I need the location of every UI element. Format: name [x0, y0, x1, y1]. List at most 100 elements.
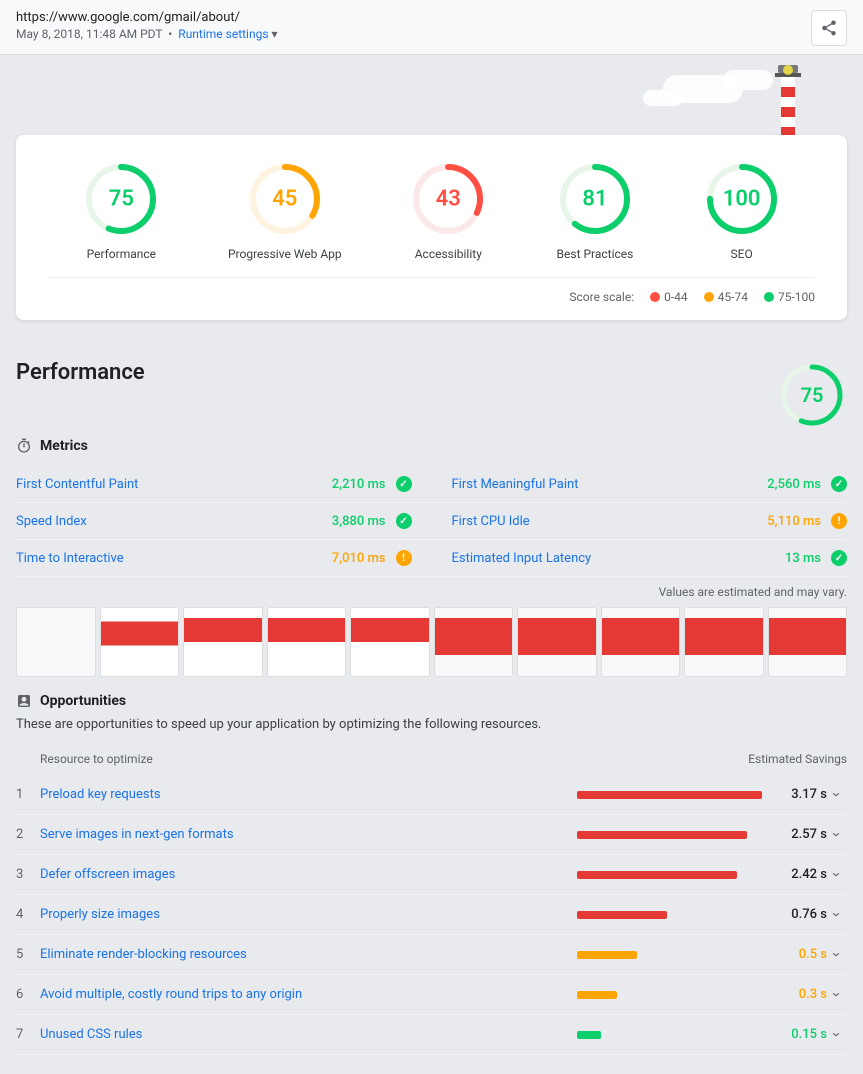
film-frame-9	[684, 607, 764, 677]
opp-bar	[577, 831, 747, 839]
opp-name: Avoid multiple, costly round trips to an…	[40, 987, 577, 1002]
opportunities-icon	[16, 693, 32, 709]
perf-score-value: 75	[801, 383, 824, 407]
opp-bar-area	[577, 951, 777, 959]
opp-bar	[577, 951, 637, 959]
opp-bar	[577, 911, 667, 919]
film-frame-6	[434, 607, 514, 677]
opp-index: 5	[16, 947, 40, 962]
cloud-3	[643, 90, 683, 106]
opportunity-row[interactable]: 2 Serve images in next-gen formats 2.57 …	[16, 815, 847, 855]
score-label-performance: Performance	[87, 247, 156, 261]
film-frame-4	[267, 607, 347, 677]
values-note: Values are estimated and may vary.	[16, 585, 847, 599]
score-item-seo[interactable]: 100 SEO	[702, 159, 782, 261]
opp-value: 0.15 s	[777, 1027, 827, 1042]
share-icon	[820, 19, 838, 37]
opp-index: 1	[16, 787, 40, 802]
score-item-performance[interactable]: 75 Performance	[81, 159, 161, 261]
opp-bar-area	[577, 911, 777, 919]
film-frame-8	[601, 607, 681, 677]
opp-name: Preload key requests	[40, 787, 577, 802]
opp-bar-area	[577, 831, 777, 839]
opportunity-row[interactable]: 6 Avoid multiple, costly round trips to …	[16, 975, 847, 1015]
url-link[interactable]: https://www.google.com/gmail/about/	[16, 10, 240, 25]
metrics-label: Metrics	[40, 438, 88, 454]
film-frame-10	[768, 607, 848, 677]
timer-icon	[16, 438, 32, 454]
expand-icon[interactable]	[827, 945, 847, 964]
opp-bar-area	[577, 791, 777, 799]
film-frame-7	[517, 607, 597, 677]
opportunities-header: Opportunities	[16, 693, 847, 709]
metric-first-cpu-idle: First CPU Idle 5,110 ms !	[432, 503, 848, 540]
score-scale: Score scale: 0-44 45-74 75-100	[48, 277, 815, 304]
score-item-best-practices[interactable]: 81 Best Practices	[555, 159, 635, 261]
expand-icon[interactable]	[827, 825, 847, 844]
score-label-seo: SEO	[731, 247, 753, 261]
score-item-accessibility[interactable]: 43 Accessibility	[408, 159, 488, 261]
opp-name: Unused CSS rules	[40, 1027, 577, 1042]
perf-score-circle: 75	[777, 360, 847, 430]
score-value-performance: 75	[109, 187, 134, 212]
header: https://www.google.com/gmail/about/ May …	[0, 0, 863, 55]
score-circle-performance: 75	[81, 159, 161, 239]
expand-icon[interactable]	[827, 985, 847, 1004]
performance-section: Performance 75 Metrics First Contentful …	[16, 360, 847, 1055]
score-value-best-practices: 81	[582, 187, 607, 212]
opp-bar	[577, 991, 617, 999]
opportunity-row[interactable]: 5 Eliminate render-blocking resources 0.…	[16, 935, 847, 975]
metric-icon-si: ✓	[396, 513, 412, 529]
scale-dot-red	[650, 292, 660, 302]
opp-value: 0.5 s	[777, 947, 827, 962]
scale-dot-orange	[704, 292, 714, 302]
filmstrip	[16, 607, 847, 677]
expand-icon[interactable]	[827, 1025, 847, 1044]
scores-row: 75 Performance 45 Progressive Web App	[48, 159, 815, 261]
expand-icon[interactable]	[827, 785, 847, 804]
opportunity-row[interactable]: 1 Preload key requests 3.17 s	[16, 775, 847, 815]
opp-value: 2.57 s	[777, 827, 827, 842]
runtime-settings-link[interactable]: Runtime settings	[178, 27, 268, 41]
opp-name: Serve images in next-gen formats	[40, 827, 577, 842]
opp-bar-area	[577, 871, 777, 879]
opp-bar	[577, 871, 737, 879]
metrics-header: Metrics	[16, 438, 847, 454]
score-circle-seo: 100	[702, 159, 782, 239]
metric-time-to-interactive: Time to Interactive 7,010 ms !	[16, 540, 432, 577]
opportunities-description: These are opportunities to speed up your…	[16, 717, 847, 732]
opp-bar-area	[577, 1031, 777, 1039]
score-card: 75 Performance 45 Progressive Web App	[16, 135, 847, 320]
metric-icon-eil: ✓	[831, 550, 847, 566]
scale-item-red: 0-44	[650, 290, 688, 304]
scale-dot-green	[764, 292, 774, 302]
metric-icon-fci: !	[831, 513, 847, 529]
opportunity-row[interactable]: 4 Properly size images 0.76 s	[16, 895, 847, 935]
scale-range-orange: 45-74	[718, 290, 748, 304]
scale-range-green: 75-100	[778, 290, 815, 304]
metric-icon-fcp: ✓	[396, 476, 412, 492]
opp-index: 2	[16, 827, 40, 842]
share-button[interactable]	[811, 10, 847, 46]
metric-estimated-input-latency: Estimated Input Latency 13 ms ✓	[432, 540, 848, 577]
opportunity-row[interactable]: 3 Defer offscreen images 2.42 s	[16, 855, 847, 895]
score-scale-label: Score scale:	[569, 290, 634, 304]
col-savings: Estimated Savings	[567, 752, 847, 766]
expand-icon[interactable]	[827, 865, 847, 884]
scale-range-red: 0-44	[664, 290, 688, 304]
film-frame-1	[16, 607, 96, 677]
opp-bar-area	[577, 991, 777, 999]
score-item-pwa[interactable]: 45 Progressive Web App	[228, 159, 342, 261]
opp-index: 7	[16, 1027, 40, 1042]
metric-icon-fmp: ✓	[831, 476, 847, 492]
opportunities-section: Opportunities These are opportunities to…	[16, 693, 847, 1055]
score-value-seo: 100	[723, 187, 761, 212]
opp-index: 4	[16, 907, 40, 922]
expand-icon[interactable]	[827, 905, 847, 924]
metric-first-contentful-paint: First Contentful Paint 2,210 ms ✓	[16, 466, 432, 503]
chevron-down-icon: ▾	[272, 27, 278, 41]
score-circle-best-practices: 81	[555, 159, 635, 239]
opp-bar	[577, 1031, 601, 1039]
opportunity-row[interactable]: 7 Unused CSS rules 0.15 s	[16, 1015, 847, 1055]
opportunities-table-header: Resource to optimize Estimated Savings	[16, 748, 847, 775]
